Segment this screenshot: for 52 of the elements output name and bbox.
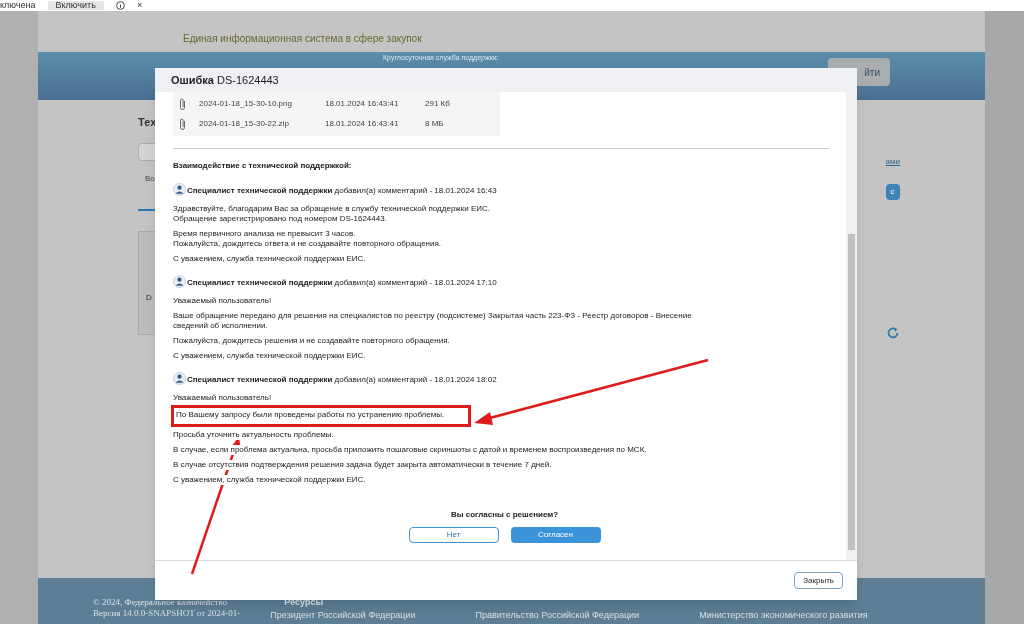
comment-text: В случае, если проблема актуальна, просьба приложить пошаговые скриншоты с датой и временем воспроизведения по МСК.: [173, 445, 647, 455]
agree-button[interactable]: Согласен: [510, 527, 601, 543]
comment-text: С уважением, служба технической поддержки ЕИС.: [173, 475, 366, 485]
highlighted-text: По Вашему запросу были проведены работы по устранению проблемы.: [171, 405, 471, 427]
file-date: 18.01.2024 16:43:41: [325, 118, 400, 130]
site-title: Единая информационная система в сфере закупок: [183, 32, 422, 46]
comment-header: Специалист технической поддержки добавил(а) комментарий - 18.01.2024 16:43: [187, 185, 497, 197]
comment-text: Ваше обращение передано для решения на специалистов по реестру (подсистеме) Закрытая часть 223-ФЗ - Реестр договоров - Внесение сведений об исполнении.: [173, 311, 692, 331]
comment-text: Уважаемый пользователь!: [173, 296, 272, 306]
user-icon: [173, 274, 186, 288]
comment-text: В случае отсутствия подтверждения решения задача будет закрыта автоматически в течение 7 дней.: [173, 460, 552, 470]
footer-link[interactable]: Правительство Российской Федерации: [475, 610, 640, 621]
user-icon: [173, 182, 186, 196]
modal-title: Ошибка DS-1624443: [171, 72, 279, 88]
action-button[interactable]: с: [885, 184, 900, 200]
info-icon: [115, 1, 125, 10]
comment-text: Пожалуйста, дождитесь решения и не создавайте повторного обращения.: [173, 336, 450, 346]
section-heading: Взаимодействие с технической поддержкой:: [173, 160, 353, 172]
close-button[interactable]: ×: [136, 1, 143, 10]
paperclip-icon: [179, 98, 186, 110]
notice-text: ключена: [0, 1, 36, 10]
footer-link[interactable]: Министерство экономического развития: [699, 610, 868, 621]
version-text: Версия 14.0.0-SNAPSHOT от 2024-01-: [93, 608, 241, 619]
comment-text: Здравствуйте, благодарим Вас за обращение в службу технической поддержки ЕИС. Обращение зарегистрировано под номером DS-1624443.: [173, 204, 490, 224]
footer-link[interactable]: Президент Российской Федерации: [270, 610, 416, 621]
decline-button[interactable]: Нет: [408, 527, 499, 543]
field-label: Во: [145, 172, 156, 185]
file-date: 18.01.2024 16:43:41: [325, 98, 400, 110]
comment-text: Просьба уточнить актуальность проблемы.: [173, 430, 334, 440]
comment-text: С уважением, служба технической поддержки ЕИС.: [173, 254, 366, 264]
comment-header: Специалист технической поддержки добавил(а) комментарий - 18.01.2024 18:02: [187, 374, 497, 386]
file-size: 8 МБ: [425, 118, 444, 130]
comment-text: С уважением, служба технической поддержки ЕИС.: [173, 351, 366, 361]
scrollbar[interactable]: [846, 92, 857, 560]
page-heading: Тех: [138, 115, 158, 130]
resources-heading: Ресурсы: [283, 597, 325, 608]
copyright-text: © 2024, Федеральное казначейство: [93, 597, 229, 608]
file-size: 291 Кб: [425, 98, 450, 110]
paperclip-icon: [179, 118, 186, 130]
comment-text: Уважаемый пользователь!: [173, 393, 272, 403]
scrollbar-thumb[interactable]: [848, 234, 855, 550]
file-name[interactable]: 2024-01-18_15-30-22.zip: [199, 118, 325, 130]
enable-button[interactable]: Включить: [47, 1, 104, 10]
table-cell: D: [146, 291, 152, 304]
comment-text: Время первичного анализа не превысит 3 часов. Пожалуйста, дождитесь ответа и не создавайте повторного обращения.: [173, 229, 442, 249]
user-icon: [173, 371, 186, 385]
refresh-icon[interactable]: [885, 326, 900, 340]
close-dialog-button[interactable]: Закрыть: [794, 572, 843, 589]
file-name[interactable]: 2024-01-18_15-30-10.png: [199, 98, 325, 110]
question-text: Вы согласны с решением?: [450, 509, 559, 521]
comment-header: Специалист технической поддержки добавил(а) комментарий - 18.01.2024 17:10: [187, 277, 497, 289]
header-link[interactable]: ами: [885, 156, 900, 168]
